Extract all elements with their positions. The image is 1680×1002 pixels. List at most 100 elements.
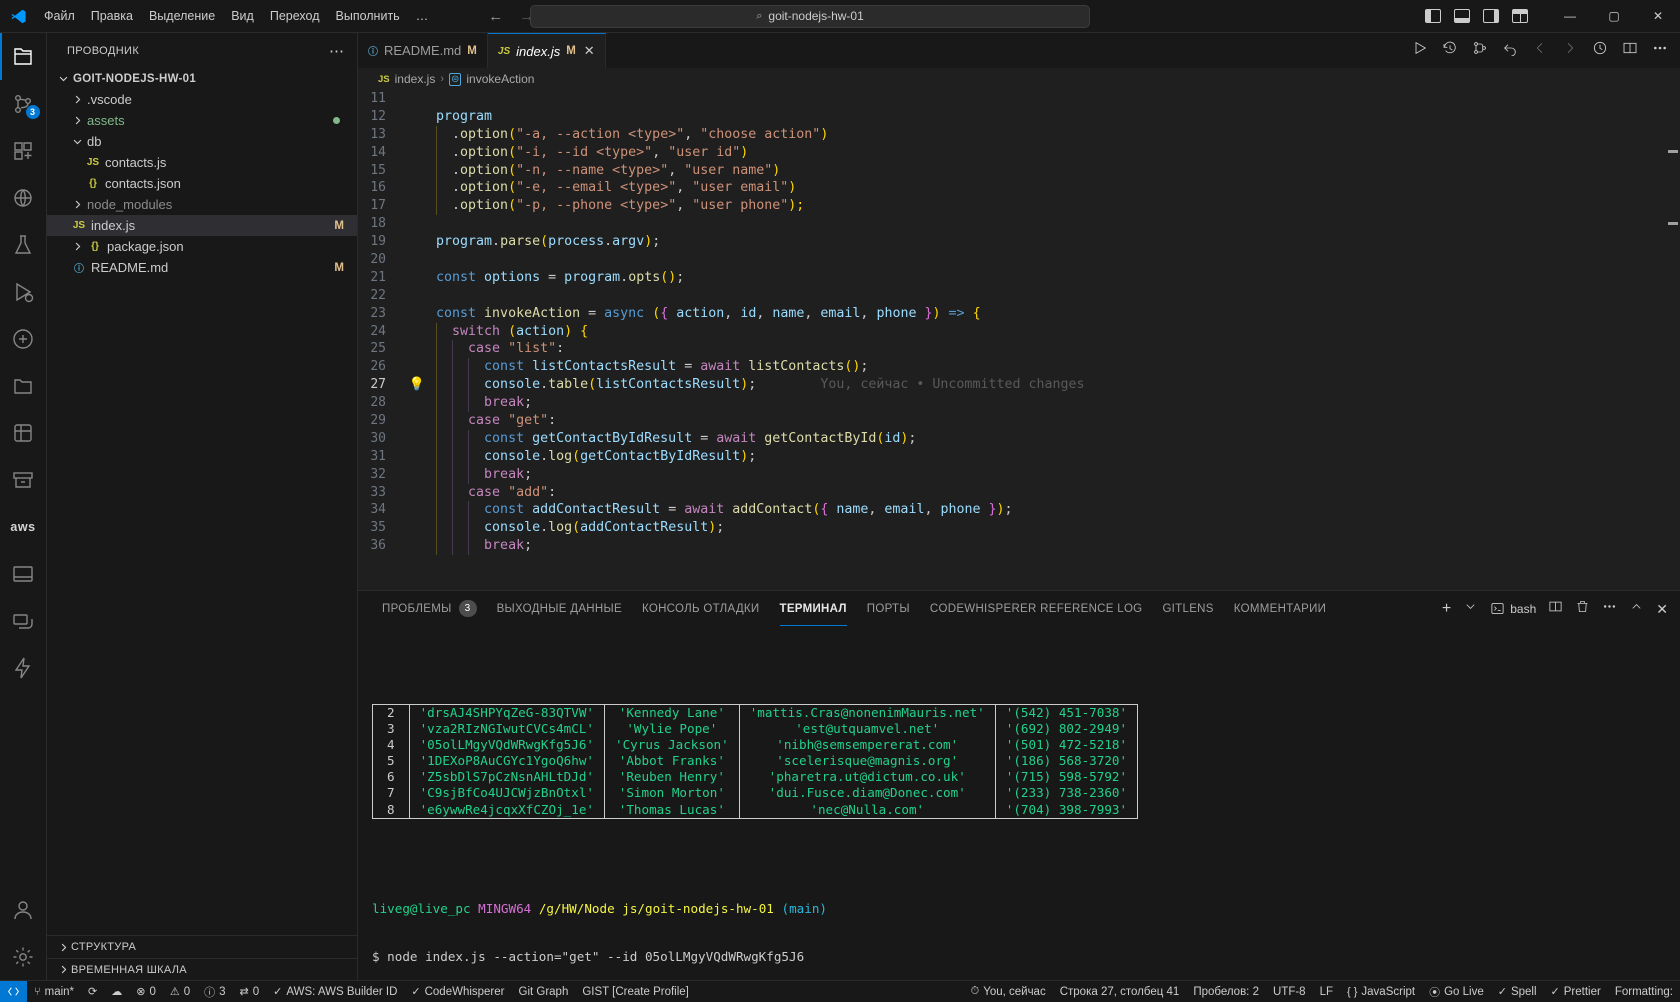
tab-index-js[interactable]: JS index.js M ✕ [487, 33, 606, 68]
menu-run[interactable]: Выполнить [328, 6, 408, 26]
tree-item-assets[interactable]: assets [47, 110, 357, 131]
split-editor-icon[interactable] [1622, 40, 1638, 61]
nav-back-icon[interactable] [1532, 40, 1548, 61]
toggle-primary-sidebar-icon[interactable] [1425, 9, 1441, 23]
menu-more[interactable]: … [408, 6, 437, 26]
toggle-panel-icon[interactable] [1454, 9, 1470, 23]
code-line[interactable]: 24 switch (action) { [358, 322, 1680, 341]
menu-go[interactable]: Переход [262, 6, 328, 26]
remote-indicator[interactable] [0, 980, 27, 1002]
sidebar-item-remote-explorer[interactable] [0, 174, 47, 221]
section-timeline[interactable]: ВРЕМЕННАЯ ШКАЛА [47, 958, 357, 980]
sidebar-item-archive[interactable] [0, 456, 47, 503]
status-item-go-live[interactable]: ⦿ Go Live [1422, 981, 1491, 1002]
close-panel-icon[interactable]: ✕ [1656, 602, 1668, 616]
sidebar-item-aws-toolkit[interactable]: aws [0, 503, 47, 550]
split-terminal-icon[interactable] [1548, 599, 1563, 619]
status-item-cloud-status[interactable]: ☁ [104, 981, 129, 1002]
code-line[interactable]: 22 [358, 287, 1680, 305]
accounts-button[interactable] [0, 886, 47, 933]
code-line[interactable]: 23 const invokeAction = async ({ action, … [358, 305, 1680, 323]
menu-view[interactable]: Вид [223, 6, 262, 26]
status-item-errors[interactable]: ⊗ 0 [129, 981, 163, 1002]
nav-forward-icon[interactable] [1562, 40, 1578, 61]
status-item-git-graph[interactable]: Git Graph [512, 981, 576, 1002]
panel-tab-выходные-данные[interactable]: ВЫХОДНЫЕ ДАННЫЕ [487, 591, 632, 626]
status-item-cursor-position[interactable]: Строка 27, столбец 41 [1053, 981, 1187, 1002]
arrow-left-icon[interactable]: ← [488, 8, 503, 25]
code-line[interactable]: 31 console.log(getContactByIdResult); [358, 447, 1680, 466]
sidebar-item-explorer[interactable] [0, 33, 47, 80]
status-item-gist[interactable]: GIST [Create Profile] [575, 981, 696, 1002]
code-line[interactable]: 13 .option("-a, --action <type>", "choos… [358, 125, 1680, 144]
status-item-ports[interactable]: ⇄ 0 [233, 981, 267, 1002]
code-line[interactable]: 20 [358, 251, 1680, 269]
kill-terminal-icon[interactable] [1575, 599, 1590, 619]
editor-scrollbar[interactable] [1666, 90, 1680, 590]
status-item-codewhisperer[interactable]: ✓ CodeWhisperer [404, 981, 511, 1002]
terminal-output[interactable]: 2'drsAJ4SHPYqZeG-83QTVW' 'Kennedy Lane''m… [358, 626, 1680, 980]
status-item-spell-checker[interactable]: ✓ Spell [1491, 981, 1544, 1002]
history-icon[interactable] [1442, 40, 1458, 61]
file-tree[interactable]: GOIT-NODEJS-HW-01 .vscode assets db JS c… [47, 68, 357, 935]
tree-item-readme-md[interactable]: ⓘ README.md M [47, 257, 357, 278]
sidebar-item-extensions[interactable] [0, 127, 47, 174]
status-item-gitlens-blame[interactable]: ⏱ You, сейчас [964, 981, 1053, 1002]
code-line[interactable]: 19 program.parse(process.argv); [358, 233, 1680, 251]
toggle-secondary-sidebar-icon[interactable] [1483, 9, 1499, 23]
panel-tab-gitlens[interactable]: GITLENS [1152, 591, 1223, 626]
new-terminal-button[interactable]: + [1442, 600, 1451, 617]
sidebar-item-run-debug[interactable] [0, 268, 47, 315]
split-merge-icon[interactable] [1472, 40, 1488, 61]
status-item-formatting[interactable]: Formatting: [1608, 981, 1680, 1002]
sidebar-item-live-share[interactable] [0, 597, 47, 644]
status-item-infos[interactable]: ⓘ 3 [197, 981, 232, 1002]
run-icon[interactable] [1412, 40, 1428, 61]
code-editor[interactable]: 11 12 program 13 .option("-a, --action <typ… [358, 90, 1680, 590]
panel-tab-codewhisperer-reference-log[interactable]: CODEWHISPERER REFERENCE LOG [920, 591, 1153, 626]
layout-toggles[interactable] [1425, 9, 1528, 23]
tab-readme-md[interactable]: ⓘ README.md M [358, 33, 488, 68]
panel-tab-проблемы[interactable]: ПРОБЛЕМЫ 3 [372, 591, 487, 626]
code-line[interactable]: 36 break; [358, 537, 1680, 556]
code-line[interactable]: 11 [358, 90, 1680, 108]
code-line[interactable]: 33 case "add": [358, 483, 1680, 502]
code-line[interactable]: 26 const listContactsResult = await list… [358, 358, 1680, 377]
tree-item-package-json[interactable]: {} package.json [47, 236, 357, 257]
chevron-down-icon[interactable] [1463, 599, 1478, 619]
breadcrumb[interactable]: JS index.js › ⊜ invokeAction [358, 68, 1680, 90]
code-line[interactable]: 14 .option("-i, --id <type>", "user id") [358, 143, 1680, 162]
panel-tab-порты[interactable]: ПОРТЫ [857, 591, 920, 626]
breadcrumb-symbol[interactable]: invokeAction [466, 72, 534, 86]
panel-tab-терминал[interactable]: ТЕРМИНАЛ [770, 591, 857, 626]
panel-tab-консоль-отладки[interactable]: КОНСОЛЬ ОТЛАДКИ [632, 591, 770, 626]
settings-gear-icon[interactable] [0, 933, 47, 980]
menu-edit[interactable]: Правка [83, 6, 141, 26]
tree-item-vscode[interactable]: .vscode [47, 89, 357, 110]
status-item-sync-changes[interactable]: ⟳ [81, 981, 104, 1002]
command-center-search[interactable]: ⌕ goit-nodejs-hw-01 [530, 4, 1090, 28]
code-line[interactable]: 16 .option("-e, --email <type>", "user e… [358, 179, 1680, 198]
panel-tab-комментарии[interactable]: КОММЕНТАРИИ [1224, 591, 1336, 626]
code-line[interactable]: 25 case "list": [358, 340, 1680, 359]
sidebar-item-panel-layout[interactable] [0, 550, 47, 597]
tree-item-db[interactable]: db [47, 131, 357, 152]
code-line[interactable]: 32 break; [358, 465, 1680, 484]
code-line[interactable]: 34 const addContactResult = await addCon… [358, 501, 1680, 520]
code-line[interactable]: 35 console.log(addContactResult); [358, 519, 1680, 538]
status-item-aws-connection[interactable]: ✓ AWS: AWS Builder ID [266, 981, 404, 1002]
sidebar-item-source-control[interactable]: 3 [0, 80, 47, 127]
menu-file[interactable]: Файл [36, 6, 83, 26]
code-line[interactable]: 18 [358, 215, 1680, 233]
tree-root[interactable]: GOIT-NODEJS-HW-01 [47, 68, 357, 89]
code-line[interactable]: 28 break; [358, 394, 1680, 413]
ellipsis-icon[interactable]: ⋯ [329, 42, 345, 60]
maximize-button[interactable]: ▢ [1592, 0, 1636, 33]
status-item-git-branch[interactable]: ⑂ main* [27, 981, 81, 1002]
section-outline[interactable]: СТРУКТУРА [47, 936, 357, 958]
code-line[interactable]: 30 const getContactByIdResult = await ge… [358, 429, 1680, 448]
tree-item-node-modules[interactable]: node_modules [47, 194, 357, 215]
sidebar-item-project-manager[interactable] [0, 362, 47, 409]
status-item-prettier[interactable]: ✓ Prettier [1544, 981, 1608, 1002]
customize-layout-icon[interactable] [1512, 9, 1528, 23]
